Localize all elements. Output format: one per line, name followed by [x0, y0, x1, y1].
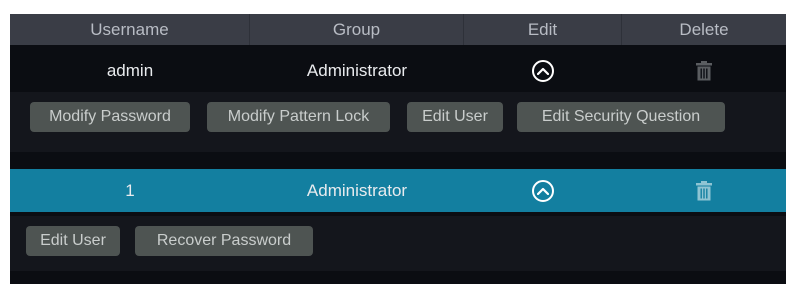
edit-cell [464, 50, 622, 92]
edit-cell [464, 169, 622, 212]
user-actions-bar: Modify Password Modify Pattern Lock Edit… [10, 92, 786, 152]
username-cell: 1 [125, 180, 135, 200]
trash-icon[interactable] [695, 180, 713, 201]
table-row[interactable]: admin Administrator [10, 50, 786, 92]
table-row-selected[interactable]: 1 Administrator [10, 169, 786, 212]
delete-cell [622, 50, 786, 92]
username-cell: admin [106, 61, 154, 80]
column-header-username[interactable]: Username [10, 14, 250, 45]
edit-user-button[interactable]: Edit User [407, 102, 503, 132]
recover-password-button[interactable]: Recover Password [135, 226, 313, 256]
column-header-group[interactable]: Group [250, 14, 464, 45]
modify-pattern-lock-button[interactable]: Modify Pattern Lock [207, 102, 390, 132]
column-header-delete[interactable]: Delete [622, 14, 786, 45]
delete-cell [622, 169, 786, 212]
column-header-edit[interactable]: Edit [464, 14, 622, 45]
modify-password-button[interactable]: Modify Password [30, 102, 190, 132]
table-header: Username Group Edit Delete [10, 14, 786, 45]
chevron-up-circle-icon[interactable] [532, 179, 554, 202]
user-management-panel: Username Group Edit Delete admin Adminis… [10, 14, 786, 284]
chevron-up-circle-icon[interactable] [532, 60, 554, 82]
group-cell: Administrator [306, 180, 408, 200]
user-actions-bar: Edit User Recover Password [10, 216, 786, 271]
edit-user-button[interactable]: Edit User [26, 226, 120, 256]
group-cell: Administrator [306, 61, 408, 80]
trash-icon[interactable] [695, 61, 713, 81]
edit-security-question-button[interactable]: Edit Security Question [517, 102, 725, 132]
